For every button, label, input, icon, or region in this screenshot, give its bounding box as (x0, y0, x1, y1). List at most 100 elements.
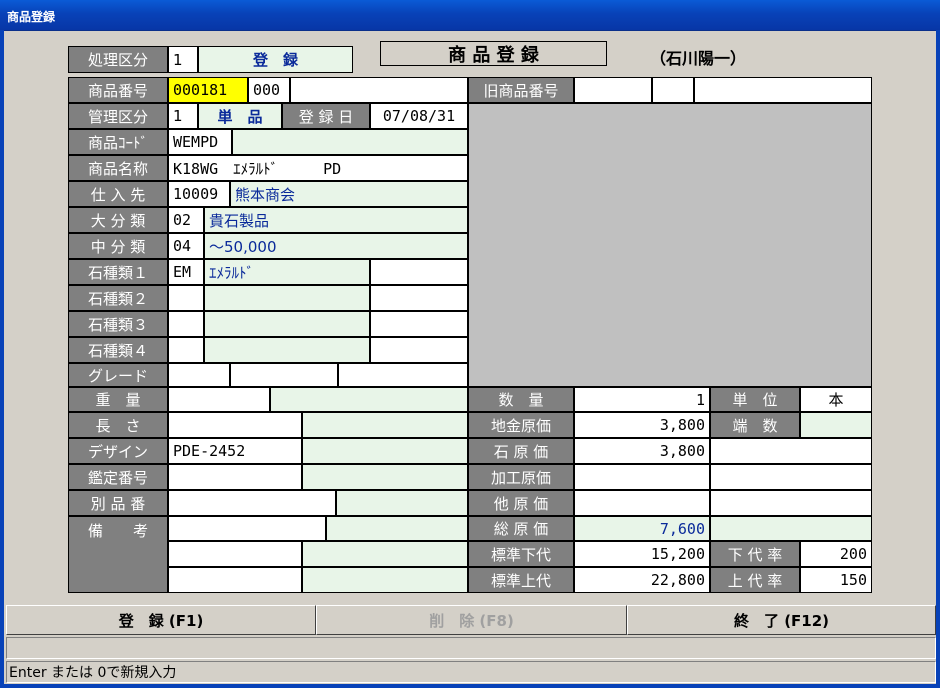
std-lower-label: 標準下代 (468, 541, 574, 567)
middle-class-code-input[interactable]: 04 (168, 233, 204, 259)
code-blank (232, 129, 468, 155)
old-no-extra (694, 77, 872, 103)
remarks-extra-1 (326, 516, 468, 541)
upper-rate-label: 上 代 率 (710, 567, 800, 593)
mode-label: 処理区分 (68, 46, 168, 73)
appraisal-label: 鑑定番号 (68, 464, 168, 490)
stone2-code-input[interactable] (168, 285, 204, 311)
stone-cost-input[interactable]: 3,800 (574, 438, 710, 464)
product-no-label: 商品番号 (68, 77, 168, 103)
length-label: 長 さ (68, 412, 168, 438)
weight-label: 重 量 (68, 387, 168, 412)
old-no-input-2[interactable] (652, 77, 694, 103)
unit-input[interactable]: 本 (800, 387, 872, 412)
total-cost-label: 総 原 価 (468, 516, 574, 541)
process-cost-label: 加工原価 (468, 464, 574, 490)
design-extra (302, 438, 468, 464)
qty-label: 数 量 (468, 387, 574, 412)
appraisal-extra (302, 464, 468, 490)
stone3-code-input[interactable] (168, 311, 204, 337)
qty-input[interactable]: 1 (574, 387, 710, 412)
major-class-label: 大 分 類 (68, 207, 168, 233)
process-cost-input[interactable] (574, 464, 710, 490)
grade-input-1[interactable] (168, 363, 230, 387)
metal-cost-input[interactable]: 3,800 (574, 412, 710, 438)
alt-no-extra (336, 490, 468, 516)
grade-input-3[interactable] (338, 363, 468, 387)
total-cost-extra (710, 516, 872, 541)
code-input[interactable]: WEMPD (168, 129, 232, 155)
weight-extra (270, 387, 468, 412)
supplier-code-input[interactable]: 10009 (168, 181, 230, 207)
mode-value: 登 録 (198, 46, 353, 73)
stone2-name (204, 285, 370, 311)
fraction-input[interactable] (800, 412, 872, 438)
product-no-blank (290, 77, 468, 103)
major-class-code-input[interactable]: 02 (168, 207, 204, 233)
length-extra (302, 412, 468, 438)
stone-cost-label: 石 原 価 (468, 438, 574, 464)
stone1-code-input[interactable]: EM (168, 259, 204, 285)
metal-cost-label: 地金原価 (468, 412, 574, 438)
major-class-name: 貴石製品 (204, 207, 468, 233)
message-bar (6, 637, 936, 659)
main-window: 商品登録 処理区分 1 登 録 商 品 登 録 （石川陽一） 商品番号 0001… (0, 0, 940, 688)
window-title: 商品登録 (7, 10, 56, 24)
stone2-label: 石種類２ (68, 285, 168, 311)
product-no-input[interactable]: 000181 (168, 77, 248, 103)
supplier-label: 仕 入 先 (68, 181, 168, 207)
stone3-label: 石種類３ (68, 311, 168, 337)
remarks-input-1[interactable] (168, 516, 326, 541)
mgmt-code-input[interactable]: 1 (168, 103, 198, 129)
std-upper-input[interactable]: 22,800 (574, 567, 710, 593)
mode-code-field[interactable]: 1 (168, 46, 198, 73)
remarks-input-3[interactable] (168, 567, 302, 593)
appraisal-input[interactable] (168, 464, 302, 490)
reg-date-label: 登 録 日 (282, 103, 370, 129)
upper-rate-input[interactable]: 150 (800, 567, 872, 593)
name-label: 商品名称 (68, 155, 168, 181)
old-no-input-1[interactable] (574, 77, 652, 103)
delete-button[interactable]: 削 除 (F8) (316, 605, 627, 635)
stone1-label: 石種類１ (68, 259, 168, 285)
remarks-input-2[interactable] (168, 541, 302, 567)
total-cost-value: 7,600 (574, 516, 710, 541)
stone2-extra[interactable] (370, 285, 468, 311)
screen-title: 商 品 登 録 (380, 41, 607, 66)
stone1-extra[interactable] (370, 259, 468, 285)
register-button[interactable]: 登 録 (F1) (6, 605, 316, 635)
exit-button[interactable]: 終 了 (F12) (627, 605, 936, 635)
remarks-label: 備 考 (68, 516, 168, 593)
grade-input-2[interactable] (230, 363, 338, 387)
std-upper-label: 標準上代 (468, 567, 574, 593)
mgmt-label: 管理区分 (68, 103, 168, 129)
alt-no-input[interactable] (168, 490, 336, 516)
code-label: 商品ｺｰﾄﾞ (68, 129, 168, 155)
name-input[interactable]: K18WG ｴﾒﾗﾙﾄﾞ PD (168, 155, 468, 181)
alt-no-label: 別 品 番 (68, 490, 168, 516)
stone1-name: ｴﾒﾗﾙﾄﾞ (204, 259, 370, 285)
status-bar: Enter または 0で新規入力 (6, 661, 936, 683)
middle-class-label: 中 分 類 (68, 233, 168, 259)
remarks-extra-2 (302, 541, 468, 567)
reg-date-value: 07/08/31 (370, 103, 468, 129)
other-cost-input[interactable] (574, 490, 710, 516)
stone3-extra[interactable] (370, 311, 468, 337)
supplier-name: 熊本商会 (230, 181, 468, 207)
design-input[interactable]: PDE-2452 (168, 438, 302, 464)
process-cost-extra (710, 464, 872, 490)
product-no-sub-input[interactable]: 000 (248, 77, 290, 103)
std-lower-input[interactable]: 15,200 (574, 541, 710, 567)
stone4-code-input[interactable] (168, 337, 204, 363)
stone4-extra[interactable] (370, 337, 468, 363)
stone3-name (204, 311, 370, 337)
weight-input[interactable] (168, 387, 270, 412)
stone-cost-extra (710, 438, 872, 464)
other-cost-extra (710, 490, 872, 516)
lower-rate-input[interactable]: 200 (800, 541, 872, 567)
fraction-label: 端 数 (710, 412, 800, 438)
length-input[interactable] (168, 412, 302, 438)
stone4-label: 石種類４ (68, 337, 168, 363)
title-bar: 商品登録 (0, 0, 940, 31)
unit-label: 単 位 (710, 387, 800, 412)
